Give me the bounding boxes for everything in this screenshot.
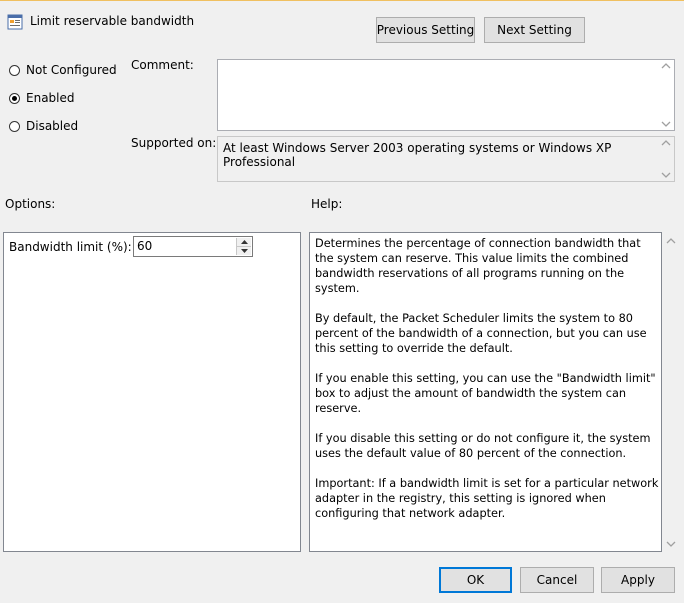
radio-circle[interactable] [9, 120, 20, 132]
help-paragraph: Determines the percentage of connection … [315, 237, 641, 295]
dialog-title: Limit reservable bandwidth [30, 14, 195, 28]
disabled-label: Disabled [26, 119, 79, 133]
scroll-up-icon[interactable] [666, 237, 676, 245]
window-top-border [0, 0, 684, 1]
scroll-down-icon[interactable] [661, 120, 671, 128]
spin-buttons[interactable] [236, 238, 251, 255]
previous-setting-button[interactable]: Previous Setting [376, 17, 475, 43]
help-panel: Determines the percentage of connection … [309, 232, 662, 552]
radio-circle[interactable] [9, 64, 20, 76]
next-setting-button[interactable]: Next Setting [484, 17, 585, 43]
spin-down-icon[interactable] [237, 246, 251, 255]
bandwidth-limit-label: Bandwidth limit (%): [9, 240, 132, 254]
apply-button[interactable]: Apply [601, 567, 675, 593]
scroll-down-icon[interactable] [666, 540, 676, 548]
scroll-up-icon[interactable] [661, 139, 671, 147]
ok-button[interactable]: OK [439, 567, 512, 593]
enabled-radio[interactable]: Enabled [9, 91, 75, 105]
scroll-down-icon[interactable] [661, 171, 671, 179]
help-header: Help: [311, 197, 343, 211]
enabled-label: Enabled [26, 91, 75, 105]
comment-label: Comment: [131, 58, 194, 72]
radio-circle-selected[interactable] [9, 92, 20, 104]
options-panel: Bandwidth limit (%): 60 [3, 232, 301, 552]
supported-on-value: At least Windows Server 2003 operating s… [223, 141, 612, 169]
help-scrollbar[interactable] [664, 232, 678, 552]
supported-scrollbar[interactable] [657, 137, 674, 181]
help-paragraph: If you enable this setting, you can use … [315, 372, 656, 415]
comment-scrollbar[interactable] [657, 60, 674, 130]
disabled-radio[interactable]: Disabled [9, 119, 78, 133]
scroll-up-icon[interactable] [661, 62, 671, 70]
help-paragraph: By default, the Packet Scheduler limits … [315, 312, 647, 355]
not-configured-radio[interactable]: Not Configured [9, 63, 117, 77]
not-configured-label: Not Configured [26, 63, 117, 77]
help-text: Determines the percentage of connection … [315, 236, 660, 536]
options-header: Options: [5, 197, 56, 211]
comment-field[interactable] [217, 59, 675, 131]
policy-setting-icon [7, 14, 23, 30]
cancel-button[interactable]: Cancel [520, 567, 594, 593]
bandwidth-limit-spinbox[interactable]: 60 [133, 236, 253, 257]
help-paragraph: Important: If a bandwidth limit is set f… [315, 477, 659, 520]
bandwidth-limit-value: 60 [137, 239, 153, 253]
supported-on-field: At least Windows Server 2003 operating s… [217, 136, 675, 182]
supported-on-label: Supported on: [131, 136, 217, 150]
spin-up-icon[interactable] [237, 238, 251, 246]
help-paragraph: If you disable this setting or do not co… [315, 432, 651, 460]
